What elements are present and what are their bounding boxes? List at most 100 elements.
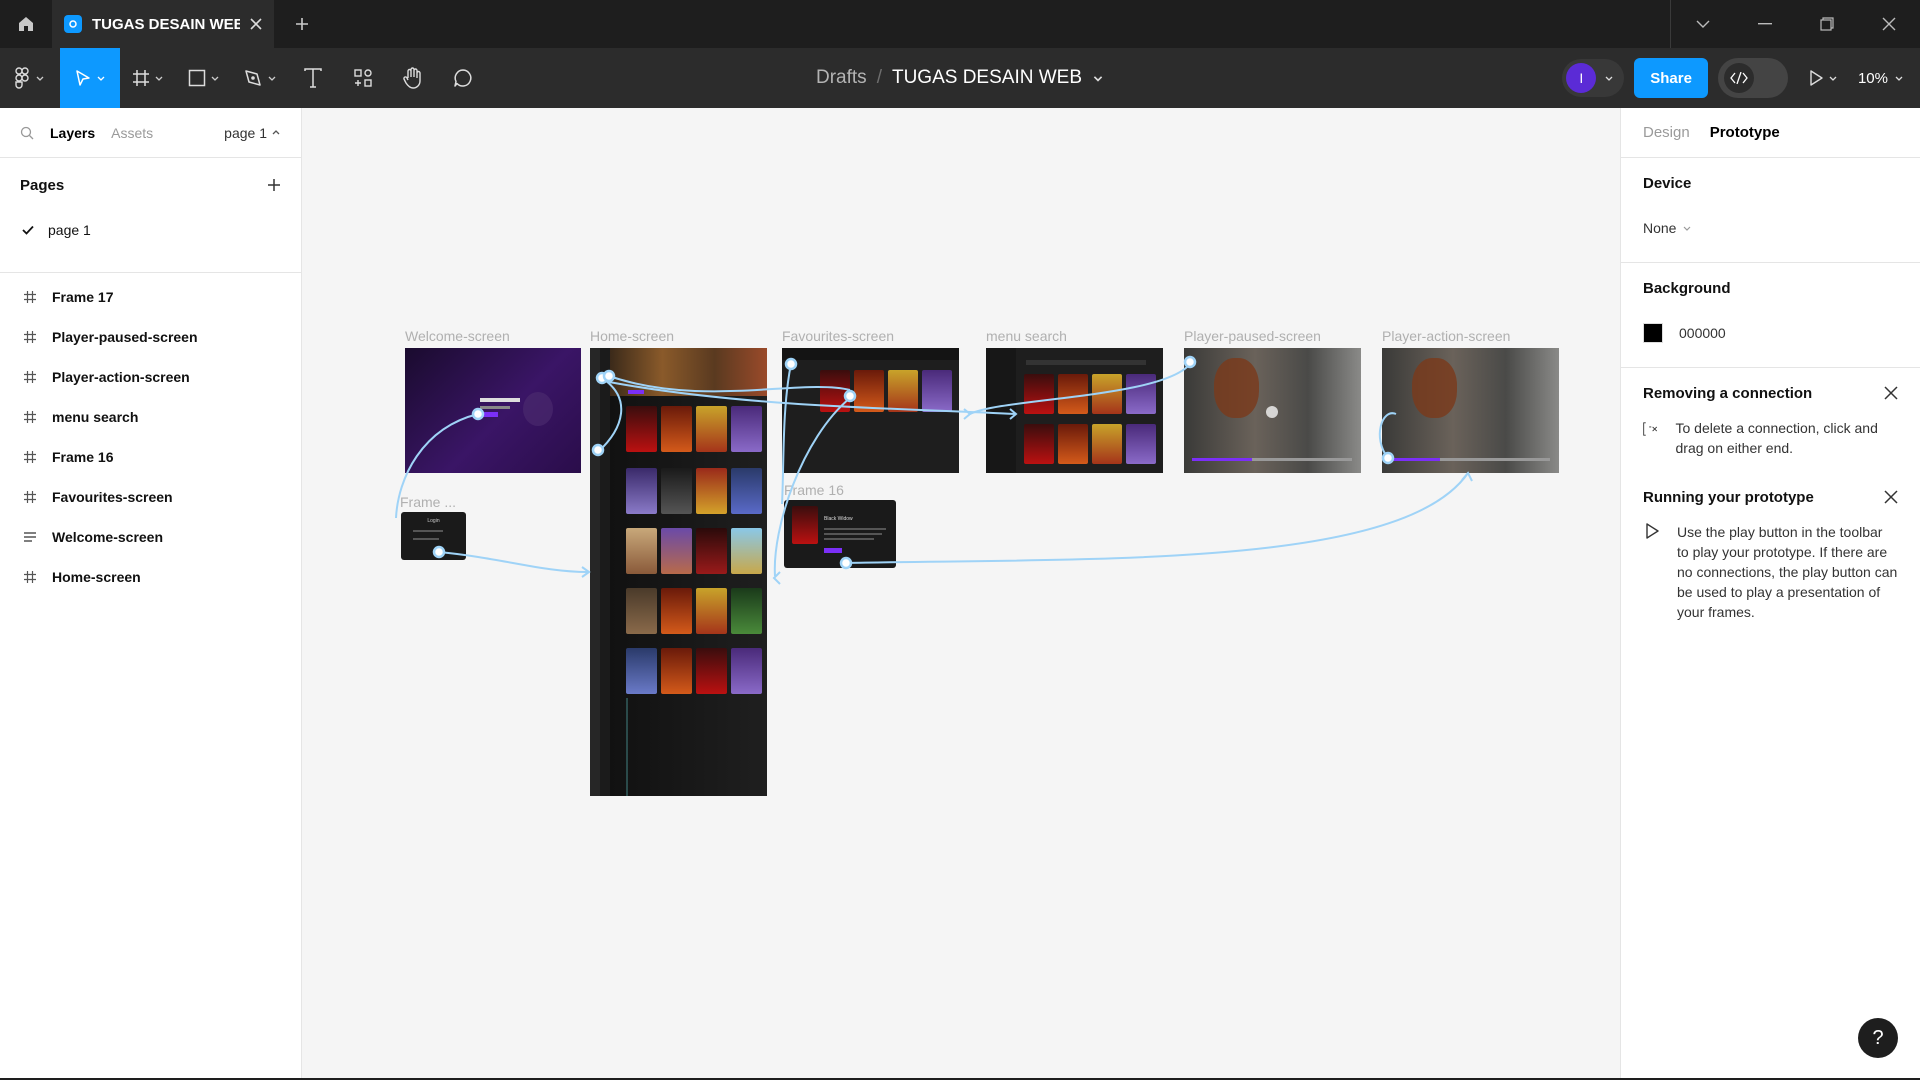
components-icon xyxy=(354,69,372,87)
layer-item[interactable]: Favourites-screen xyxy=(0,477,301,517)
layer-item[interactable]: Frame 17 xyxy=(0,277,301,317)
layer-item[interactable]: Frame 16 xyxy=(0,437,301,477)
layer-item[interactable]: Welcome-screen xyxy=(0,517,301,557)
chevron-down-icon xyxy=(1829,76,1837,81)
home-icon xyxy=(19,17,33,31)
layer-item[interactable]: menu search xyxy=(0,397,301,437)
connection-wire xyxy=(395,413,479,519)
prototype-connections xyxy=(395,355,1473,585)
layer-item[interactable]: Player-paused-screen xyxy=(0,317,301,357)
file-name[interactable]: TUGAS DESAIN WEB xyxy=(892,67,1082,89)
chevron-down-icon xyxy=(97,76,105,81)
background-color-field[interactable]: 000000 xyxy=(1643,313,1898,353)
connection-handle xyxy=(471,407,485,421)
restore-button[interactable] xyxy=(1796,0,1858,48)
pages-header: Pages xyxy=(0,158,301,212)
hand-icon xyxy=(403,67,421,89)
dev-mode-toggle[interactable] xyxy=(1717,58,1788,98)
connection-wire xyxy=(773,397,851,577)
minimize-button[interactable] xyxy=(1734,0,1796,48)
present-button[interactable] xyxy=(1798,48,1848,108)
layer-name: Favourites-screen xyxy=(52,489,173,505)
tab-prototype[interactable]: Prototype xyxy=(1710,124,1780,141)
close-tab-icon[interactable] xyxy=(250,18,262,30)
device-select[interactable]: None xyxy=(1643,208,1898,248)
tip-title: Running your prototype xyxy=(1643,488,1814,506)
device-header: Device xyxy=(1643,174,1692,192)
tab-title: TUGAS DESAIN WEB xyxy=(92,15,240,33)
frame-tool[interactable] xyxy=(120,48,176,108)
layer-name: Player-action-screen xyxy=(52,369,190,385)
minimize-icon xyxy=(1758,23,1772,25)
connection-wire xyxy=(845,472,1469,564)
connection-wire xyxy=(608,375,851,393)
page-selector[interactable]: page 1 xyxy=(224,125,281,141)
new-tab-button[interactable] xyxy=(274,0,330,48)
add-page-icon[interactable] xyxy=(267,178,281,192)
share-button[interactable]: Share xyxy=(1634,58,1708,98)
device-value: None xyxy=(1643,220,1677,236)
page-selector-label: page 1 xyxy=(224,124,267,141)
pen-icon xyxy=(245,70,261,86)
color-swatch[interactable] xyxy=(1643,323,1663,343)
search-icon[interactable] xyxy=(20,126,34,140)
resources-tool[interactable] xyxy=(338,48,388,108)
chevron-down-icon xyxy=(268,76,276,81)
comment-tool[interactable] xyxy=(438,48,488,108)
pages-title: Pages xyxy=(20,176,65,194)
comment-icon xyxy=(454,69,472,87)
right-panel-tabs: Design Prototype xyxy=(1621,108,1920,158)
text-tool[interactable] xyxy=(288,48,338,108)
multiplayer-menu[interactable]: I xyxy=(1562,59,1625,97)
toolbar-right: I Share 10% xyxy=(1562,48,1920,108)
tab-assets[interactable]: Assets xyxy=(111,125,153,141)
page-item[interactable]: page 1 xyxy=(0,212,301,248)
layer-name: Player-paused-screen xyxy=(52,329,198,345)
chevron-down-icon xyxy=(211,76,219,81)
text-icon xyxy=(304,68,322,88)
pen-tool[interactable] xyxy=(232,48,288,108)
tip-header: Running your prototype xyxy=(1643,472,1898,522)
frame-icon xyxy=(24,371,36,383)
layer-name: Welcome-screen xyxy=(52,529,164,545)
layer-name: menu search xyxy=(52,409,139,425)
connection-wire xyxy=(781,363,792,505)
layer-item[interactable]: Home-screen xyxy=(0,557,301,597)
figma-file-icon xyxy=(64,15,82,33)
background-header: Background xyxy=(1643,279,1731,297)
connection-handle xyxy=(839,556,853,570)
tip-text: To delete a connection, click and drag o… xyxy=(1675,420,1878,456)
connection-wire xyxy=(1378,412,1397,459)
check-icon xyxy=(22,225,34,235)
canvas[interactable]: Welcome-screen Home-screen Favourites-sc… xyxy=(302,108,1620,1080)
plus-icon xyxy=(296,18,308,30)
tabs-menu-button[interactable] xyxy=(1672,0,1734,48)
breadcrumb-drafts[interactable]: Drafts xyxy=(816,67,867,89)
main-menu-button[interactable] xyxy=(0,48,60,108)
connection-handle xyxy=(602,369,616,383)
close-icon[interactable] xyxy=(1884,386,1898,400)
tab-layers[interactable]: Layers xyxy=(50,125,95,141)
tip-title: Removing a connection xyxy=(1643,384,1813,402)
move-tool[interactable] xyxy=(60,48,120,108)
help-button[interactable]: ? xyxy=(1858,1018,1898,1058)
chevron-down-icon xyxy=(155,76,163,81)
layers-list: Frame 17 Player-paused-screen Player-act… xyxy=(0,273,301,597)
layer-name: Home-screen xyxy=(52,569,141,585)
connection-handle xyxy=(591,443,605,457)
hand-tool[interactable] xyxy=(388,48,438,108)
chevron-down-icon[interactable] xyxy=(1092,72,1104,84)
file-tab[interactable]: TUGAS DESAIN WEB xyxy=(52,0,274,48)
window-controls xyxy=(1672,0,1920,48)
close-window-button[interactable] xyxy=(1858,0,1920,48)
close-icon[interactable] xyxy=(1884,490,1898,504)
tab-design[interactable]: Design xyxy=(1643,124,1690,141)
shape-tool[interactable] xyxy=(176,48,232,108)
toolbar: Drafts / TUGAS DESAIN WEB I Share 10% xyxy=(0,48,1920,108)
layer-name: Frame 16 xyxy=(52,449,114,465)
zoom-menu[interactable]: 10% xyxy=(1858,70,1904,87)
layer-item[interactable]: Player-action-screen xyxy=(0,357,301,397)
background-hex[interactable]: 000000 xyxy=(1679,325,1726,341)
connection-wire xyxy=(438,551,589,573)
home-button[interactable] xyxy=(0,0,52,48)
